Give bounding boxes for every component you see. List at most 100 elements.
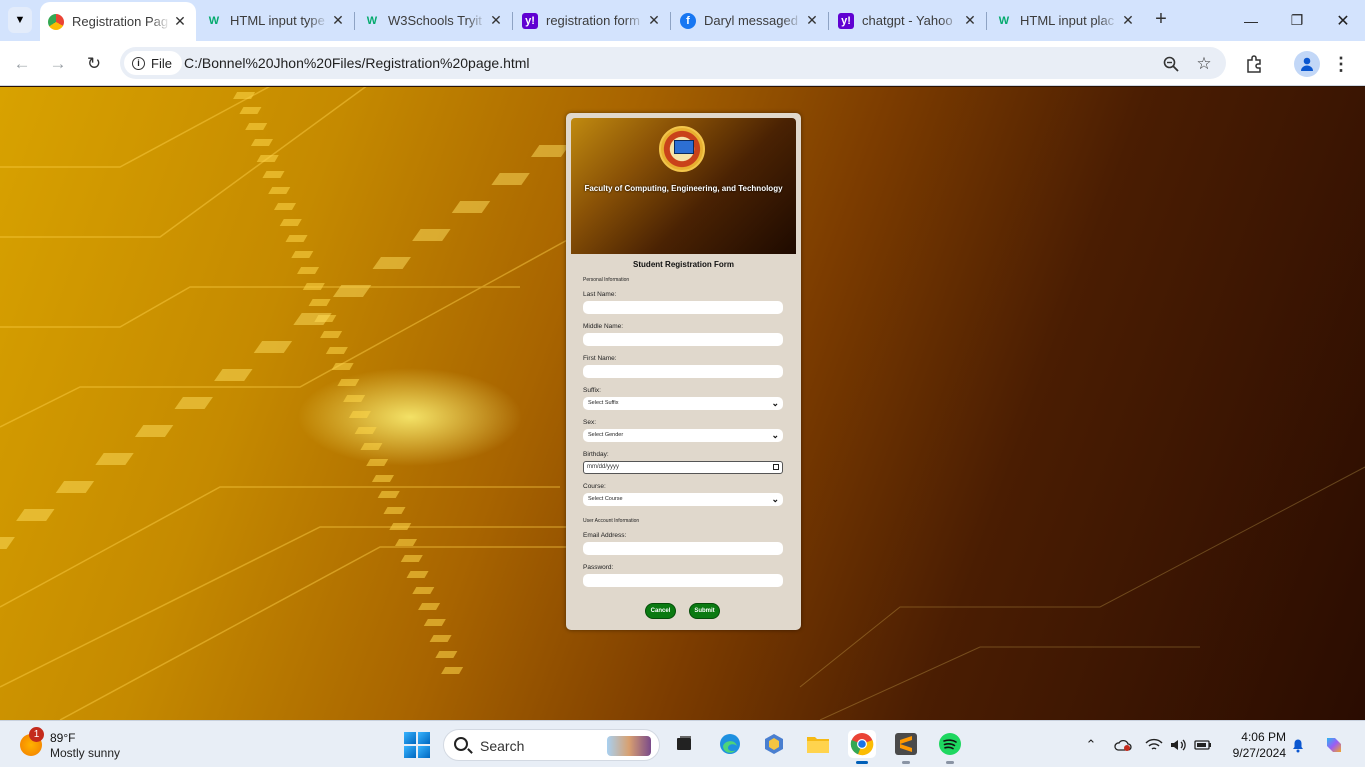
close-window-button[interactable]: ✕ [1320, 0, 1365, 41]
tab-title: HTML input type [230, 13, 325, 28]
onedrive-tray[interactable] [1113, 735, 1133, 755]
more-vert-icon: ⋮ [1332, 53, 1350, 74]
first-name-input[interactable] [583, 365, 783, 378]
profile-button[interactable] [1294, 51, 1320, 77]
birthday-input[interactable]: mm/dd/yyyy [583, 461, 783, 474]
notification-badge: 1 [29, 727, 44, 742]
reload-icon: ↻ [86, 54, 102, 73]
close-icon[interactable]: ✕ [802, 12, 822, 29]
tab-registration-page[interactable]: Registration Pag ✕ [40, 2, 196, 41]
suffix-select-value: Select Suffix [588, 400, 619, 406]
wifi-tray[interactable] [1144, 735, 1164, 755]
suffix-label: Suffix: [583, 387, 601, 394]
first-name-label: First Name: [583, 355, 617, 362]
windows-logo-pane [404, 732, 416, 744]
faculty-logo [659, 126, 705, 172]
site-info-chip[interactable]: i File [124, 51, 182, 75]
arrow-right-icon: → [49, 54, 67, 73]
last-name-label: Last Name: [583, 291, 617, 298]
last-name-input[interactable] [583, 301, 783, 314]
copilot-button[interactable] [1322, 735, 1346, 755]
course-select[interactable]: Select Course ⌄ [583, 493, 783, 506]
zoom-icon [1163, 56, 1179, 72]
cancel-button[interactable]: Cancel [645, 603, 676, 619]
taskbar-search[interactable]: Search [443, 729, 660, 761]
close-icon[interactable]: ✕ [328, 12, 348, 29]
middle-name-input[interactable] [583, 333, 783, 346]
notifications-button[interactable] [1288, 735, 1308, 755]
spotify-app[interactable] [936, 730, 964, 764]
close-icon[interactable]: ✕ [1118, 12, 1138, 29]
weather-description: Mostly sunny [50, 746, 121, 760]
restore-button[interactable]: ❐ [1274, 0, 1320, 41]
address-bar[interactable]: i File C:/Bonnel%20Jhon%20Files/Registra… [120, 47, 1226, 79]
suffix-select[interactable]: Select Suffix ⌄ [583, 397, 783, 410]
tab-registration-form[interactable]: y! registration form ✕ [514, 0, 670, 41]
course-select-value: Select Course [588, 496, 623, 502]
tab-title: chatgpt - Yahoo [862, 13, 953, 28]
tab-html-input-type[interactable]: W HTML input type ✕ [198, 0, 354, 41]
battery-tray[interactable] [1193, 735, 1213, 755]
computer-icon [674, 140, 694, 154]
search-icon [454, 737, 468, 751]
tab-search-button[interactable]: ▼ [8, 7, 32, 33]
speaker-icon [1171, 739, 1186, 751]
start-button[interactable] [404, 732, 430, 758]
extensions-button[interactable] [1241, 51, 1267, 77]
tab-facebook[interactable]: f Daryl messaged ✕ [672, 0, 828, 41]
new-tab-button[interactable]: + [1150, 9, 1172, 31]
menu-button[interactable]: ⋮ [1328, 51, 1354, 77]
url-text[interactable]: C:/Bonnel%20Jhon%20Files/Registration%20… [184, 55, 530, 71]
folder-icon [807, 737, 829, 753]
minimize-icon: — [1244, 12, 1258, 29]
browser-toolbar: ← → ↻ i File C:/Bonnel%20Jhon%20Files/Re… [0, 41, 1365, 86]
tab-separator [512, 12, 513, 30]
task-view-button[interactable] [670, 730, 698, 758]
calendar-icon[interactable] [773, 464, 779, 470]
w3schools-icon: W [998, 14, 1010, 27]
volume-tray[interactable] [1168, 735, 1188, 755]
weather-temperature: 89°F [50, 731, 76, 745]
tab-chatgpt-yahoo[interactable]: y! chatgpt - Yahoo ✕ [830, 0, 986, 41]
w3schools-icon: W [366, 14, 378, 27]
file-explorer-app[interactable] [804, 730, 832, 758]
close-icon[interactable]: ✕ [960, 12, 980, 29]
close-icon[interactable]: ✕ [170, 13, 190, 30]
back-button[interactable]: ← [8, 50, 36, 78]
info-icon: i [132, 56, 145, 70]
chevron-down-icon: ⌄ [771, 494, 779, 504]
chrome-page-icon [48, 13, 64, 30]
registration-card: Faculty of Computing, Engineering, and T… [566, 113, 801, 630]
reload-button[interactable]: ↻ [80, 50, 108, 78]
chrome-app[interactable] [848, 730, 876, 764]
bell-icon [1293, 739, 1303, 753]
close-icon[interactable]: ✕ [486, 12, 506, 29]
password-input[interactable] [583, 574, 783, 587]
tab-w3schools-tryit[interactable]: W W3Schools Tryit ✕ [356, 0, 512, 41]
close-icon[interactable]: ✕ [644, 12, 664, 29]
personal-section-heading: Personal Information [583, 277, 630, 283]
faculty-title: Faculty of Computing, Engineering, and T… [584, 184, 783, 193]
minimize-button[interactable]: — [1228, 0, 1274, 41]
sex-select[interactable]: Select Gender ⌄ [583, 429, 783, 442]
forward-button[interactable]: → [44, 50, 72, 78]
sublime-text-app[interactable] [892, 730, 920, 764]
app-hexagon[interactable] [760, 730, 788, 758]
tab-separator [670, 12, 671, 30]
search-label: Search [480, 738, 525, 754]
email-input[interactable] [583, 542, 783, 555]
zoom-button[interactable] [1160, 53, 1182, 75]
account-section-heading: User Account Information [583, 518, 640, 524]
submit-button[interactable]: Submit [689, 603, 720, 619]
chevron-down-icon: ⌄ [771, 430, 779, 440]
clock-date: 9/27/2024 [1232, 746, 1286, 760]
system-clock[interactable]: 4:06 PM 9/27/2024 [1226, 729, 1286, 761]
edge-app[interactable] [716, 730, 744, 758]
w3schools-icon: W [208, 14, 220, 27]
tab-html-input-placeholder[interactable]: W HTML input plac ✕ [988, 0, 1144, 41]
show-hidden-icons-button[interactable]: ⌃ [1081, 735, 1101, 755]
chrome-icon [850, 733, 874, 756]
facebook-icon: f [680, 12, 696, 29]
weather-widget[interactable]: 1 89°F Mostly sunny [18, 727, 148, 763]
bookmark-button[interactable]: ☆ [1193, 53, 1215, 75]
